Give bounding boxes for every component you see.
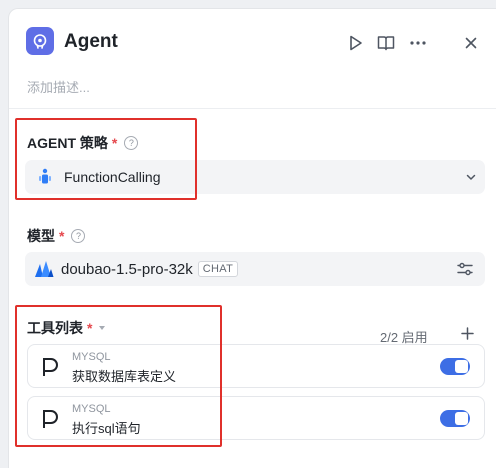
mysql-logo-icon	[43, 410, 58, 428]
run-button[interactable]	[346, 33, 366, 53]
description-input[interactable]: 添加描述...	[27, 77, 90, 96]
more-button[interactable]	[408, 33, 428, 53]
plus-icon	[460, 326, 474, 340]
tool-name: 执行sql语句	[72, 421, 141, 436]
tool-provider: MYSQL	[72, 403, 111, 415]
model-label-text: 模型	[27, 228, 55, 244]
tools-label: 工具列表 *	[27, 318, 107, 338]
tool-name: 获取数据库表定义	[72, 369, 177, 384]
strategy-label: AGENT 策略 * ?	[27, 133, 139, 153]
tool-provider: MYSQL	[72, 351, 111, 363]
book-icon	[377, 36, 395, 51]
model-settings-icon[interactable]	[457, 262, 473, 276]
strategy-selected-value: FunctionCalling	[64, 169, 161, 185]
strategy-select[interactable]: FunctionCalling	[25, 160, 485, 194]
play-icon	[350, 35, 362, 51]
toggle-knob	[455, 412, 468, 425]
agent-logo	[26, 27, 54, 55]
chevron-down-icon	[466, 174, 476, 180]
help-icon[interactable]: ?	[71, 229, 86, 243]
doubao-model-icon	[35, 261, 54, 277]
caret-down-icon[interactable]	[97, 324, 107, 332]
model-type-badge: CHAT	[197, 261, 239, 277]
tool-item[interactable]: MYSQL 获取数据库表定义	[27, 344, 485, 388]
tools-label-text: 工具列表	[27, 320, 83, 336]
mysql-logo-icon	[43, 358, 58, 376]
tools-required-mark: *	[87, 320, 93, 336]
panel-header: Agent 添加描述...	[9, 9, 496, 109]
close-button[interactable]	[461, 33, 481, 53]
help-icon[interactable]: ?	[124, 136, 139, 150]
tool-enable-toggle[interactable]	[440, 358, 470, 375]
function-calling-icon	[38, 168, 52, 186]
tool-enable-toggle[interactable]	[440, 410, 470, 427]
close-icon	[465, 37, 477, 49]
agent-brain-icon	[33, 34, 47, 49]
model-label: 模型 * ?	[27, 226, 86, 246]
tool-item[interactable]: MYSQL 执行sql语句	[27, 396, 485, 440]
add-tool-button[interactable]	[458, 324, 476, 342]
model-name: doubao-1.5-pro-32k	[61, 260, 193, 278]
more-icon	[410, 41, 426, 45]
strategy-required-mark: *	[111, 135, 118, 151]
strategy-label-text: AGENT 策略	[27, 135, 108, 151]
toggle-knob	[455, 360, 468, 373]
page-title: Agent	[64, 31, 118, 52]
model-select[interactable]: doubao-1.5-pro-32k CHAT	[25, 252, 485, 286]
model-required-mark: *	[59, 228, 65, 244]
agent-panel: Agent 添加描述... AGENT 策略 * ? FunctionCalli…	[8, 8, 496, 468]
docs-button[interactable]	[376, 33, 396, 53]
